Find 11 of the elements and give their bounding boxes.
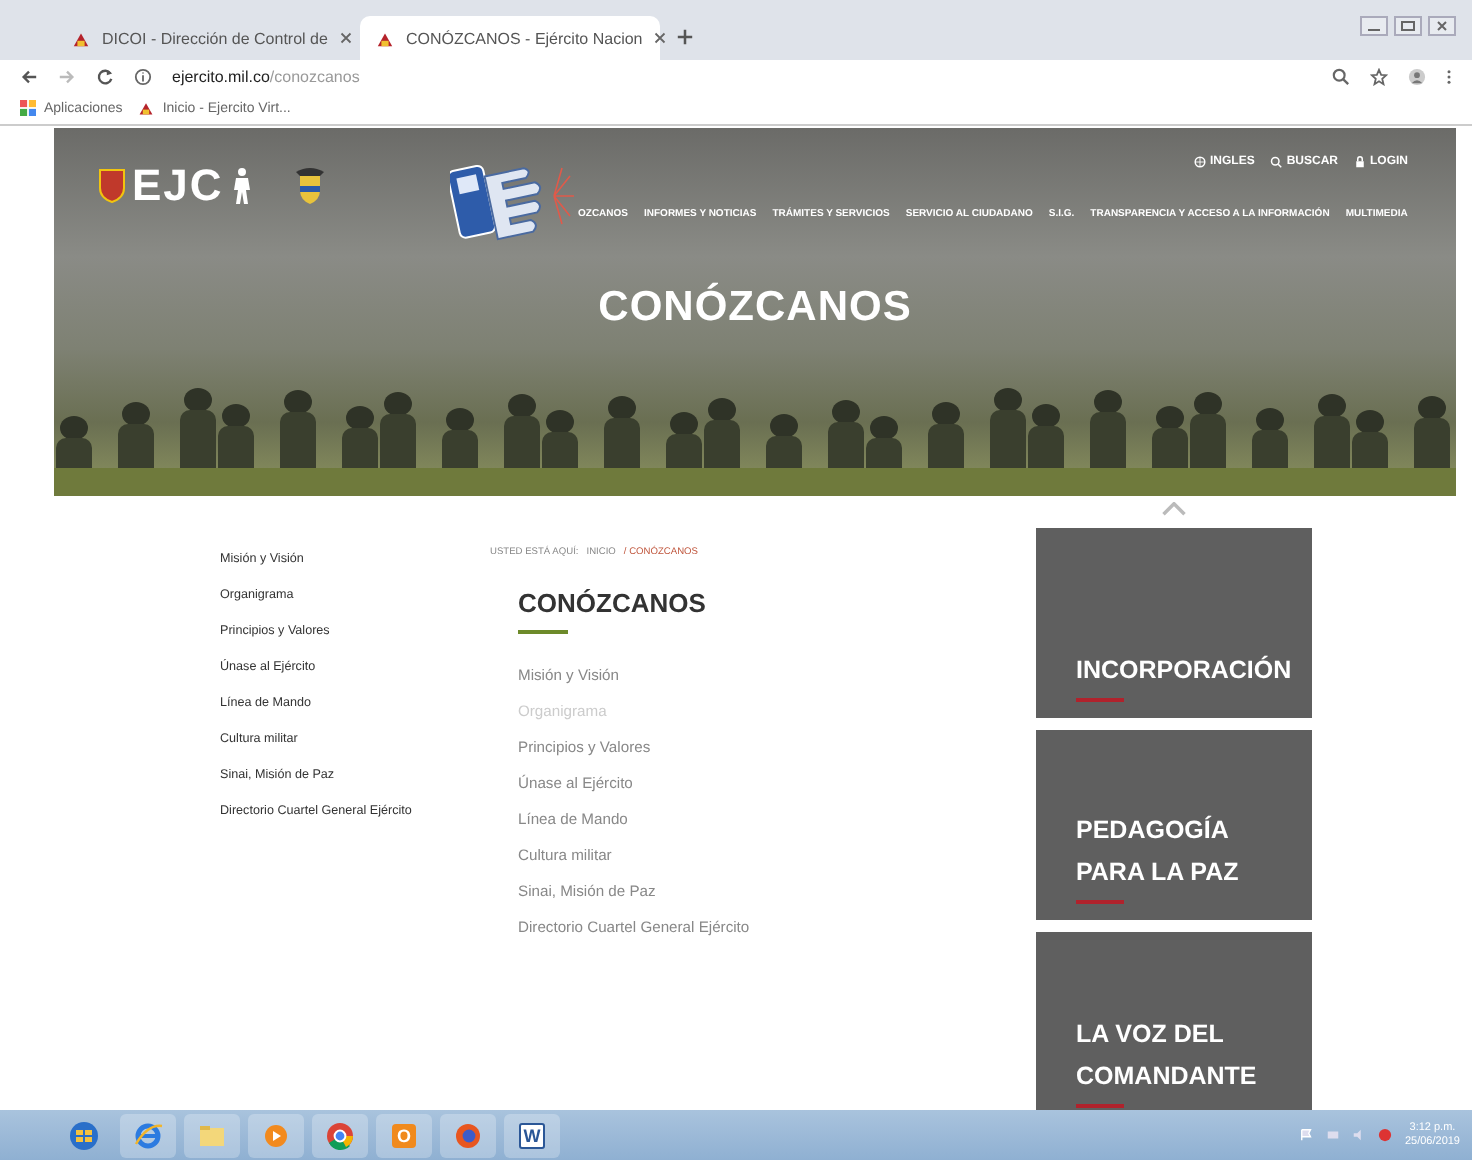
page-hero-title: CONÓZCANOS <box>596 284 914 332</box>
section-title: CONÓZCANOS <box>518 588 708 618</box>
site-logo[interactable]: EJC <box>98 160 254 212</box>
document-app-icon[interactable]: W <box>504 1113 560 1157</box>
promo-card[interactable]: LA VOZ DEL COMANDANTE <box>1036 932 1312 1110</box>
address-field[interactable]: ejercito.mil.co/conozcanos <box>172 67 1312 85</box>
promo-card[interactable]: PEDAGOGÍA PARA LA PAZ <box>1036 730 1312 920</box>
promo-card[interactable]: INCORPORACIÓN <box>1036 528 1312 718</box>
mail-app-icon[interactable]: O <box>376 1113 432 1157</box>
browser-tab[interactable]: DICOI - Dirección de Control de <box>56 16 356 60</box>
browser-tab[interactable]: CONÓZCANOS - Ejército Nacion <box>360 16 660 60</box>
